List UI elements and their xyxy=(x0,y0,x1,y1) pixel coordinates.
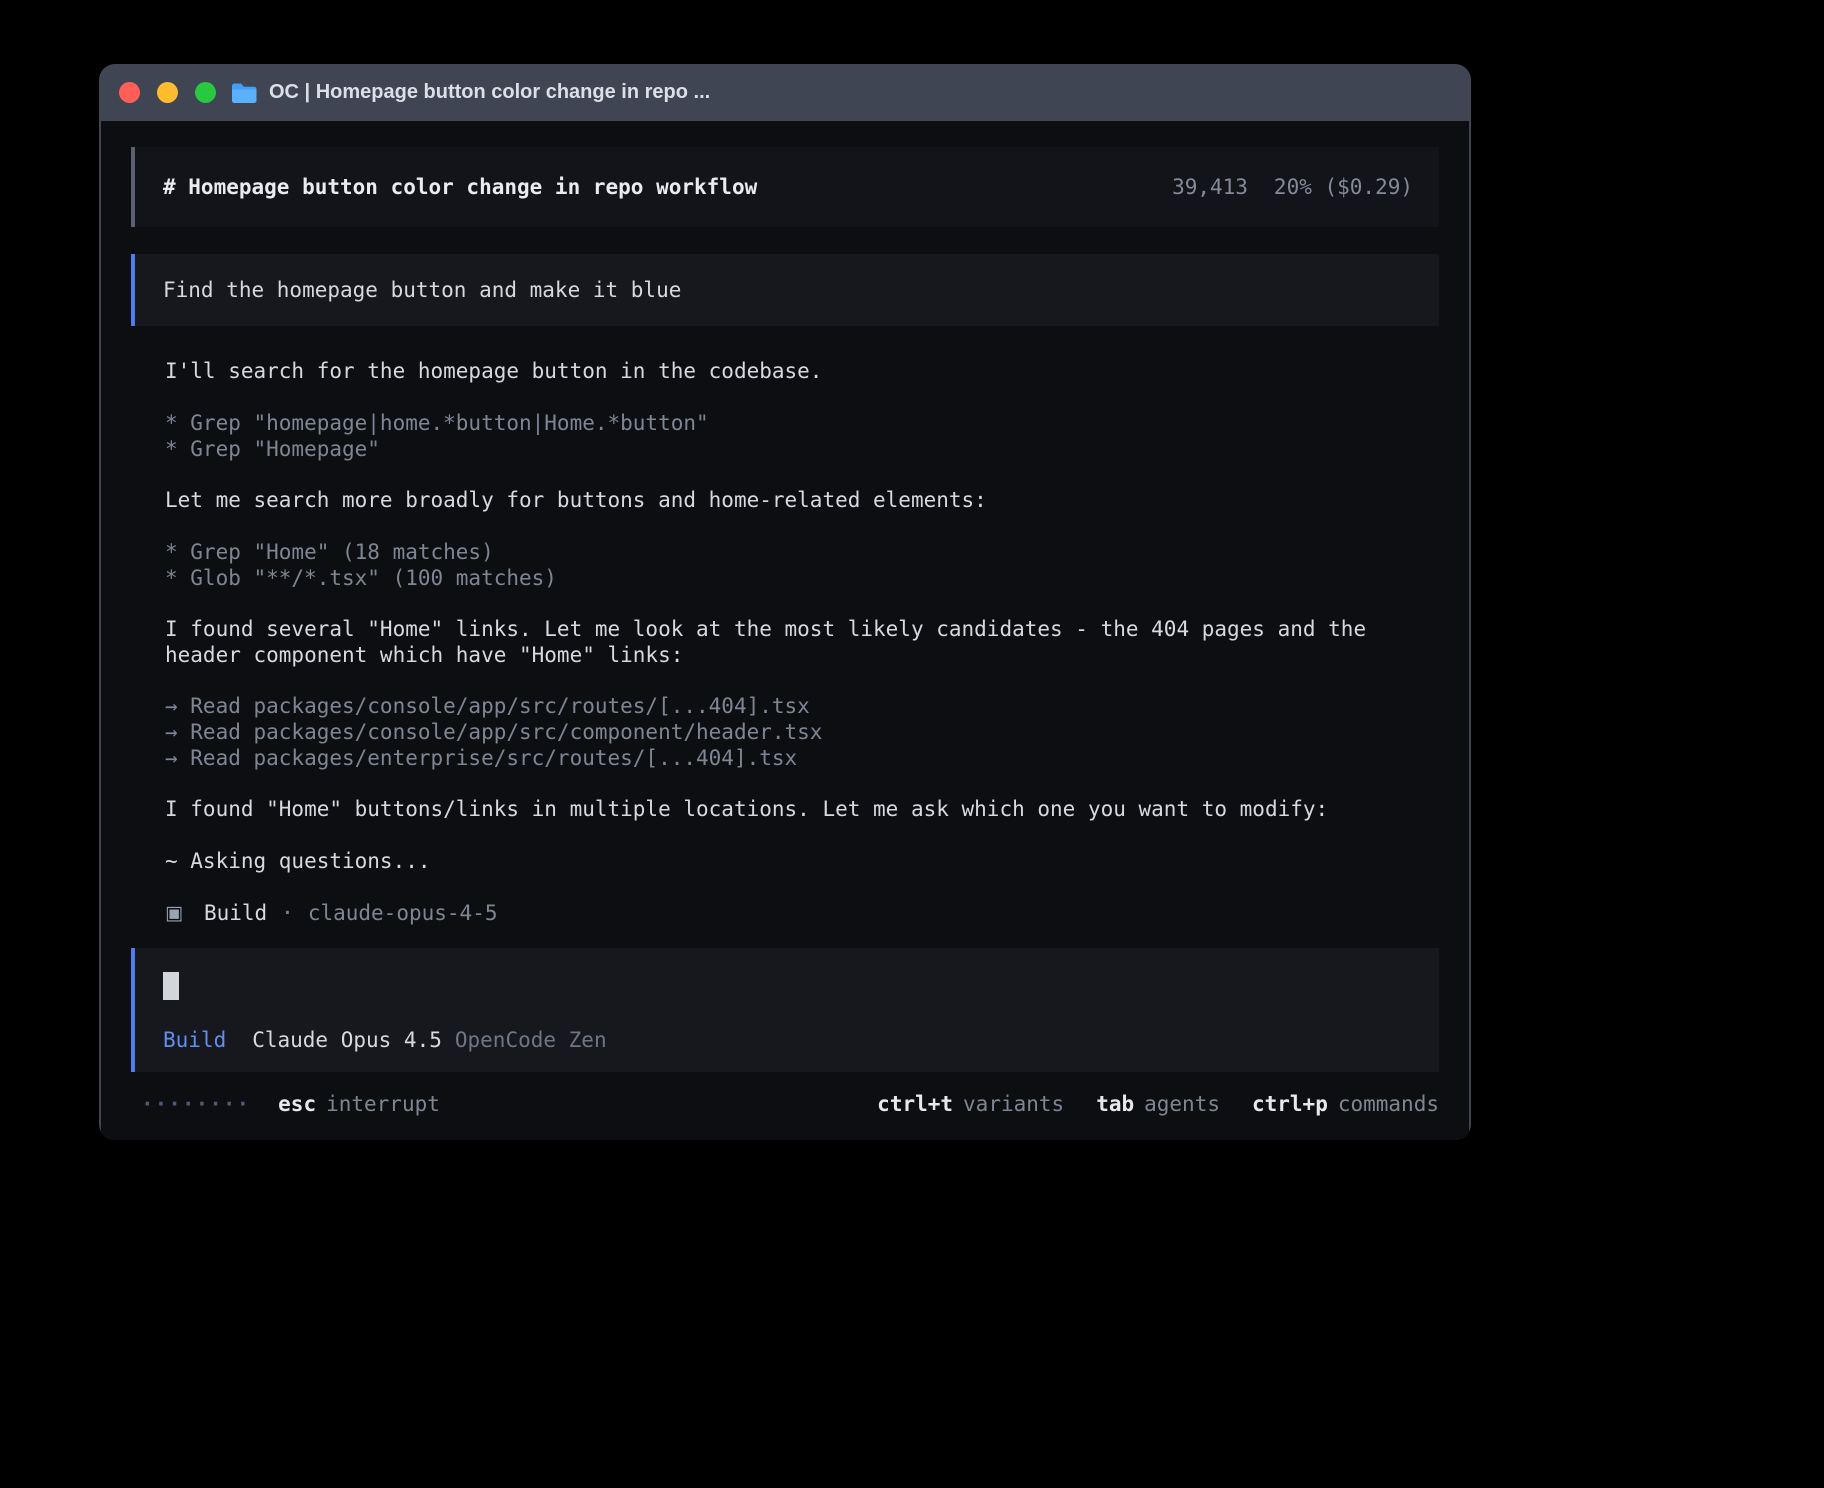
file-read-line: → Read packages/enterprise/src/routes/[.… xyxy=(165,745,1439,771)
user-message-text: Find the homepage button and make it blu… xyxy=(163,278,681,302)
shortcut-key: tab xyxy=(1096,1092,1134,1116)
tool-call-line: * Grep "Home" (18 matches) xyxy=(165,539,1439,565)
status-shortcuts: ctrl+t variants tab agents ctrl+p comman… xyxy=(877,1092,1439,1116)
esc-label: interrupt xyxy=(326,1092,440,1116)
traffic-lights xyxy=(119,82,216,103)
terminal-window: OC | Homepage button color change in rep… xyxy=(99,64,1471,1140)
shortcut-label: commands xyxy=(1338,1092,1439,1116)
context-usage: 20% ($0.29) xyxy=(1274,175,1413,199)
titlebar-title-group: OC | Homepage button color change in rep… xyxy=(231,81,710,104)
spinner-dots-icon: ········ xyxy=(141,1092,250,1116)
agent-status-line: ▣ Build · claude-opus-4-5 xyxy=(165,900,1439,926)
tool-call-line: * Grep "Homepage" xyxy=(165,436,1439,462)
close-button[interactable] xyxy=(119,82,140,103)
file-read-line: → Read packages/console/app/src/routes/[… xyxy=(165,693,1439,719)
user-message: Find the homepage button and make it blu… xyxy=(131,254,1439,326)
assistant-text: I found several "Home" links. Let me loo… xyxy=(165,616,1439,668)
shortcut-key: ctrl+p xyxy=(1252,1092,1328,1116)
tool-call-group: * Grep "Home" (18 matches) * Glob "**/*.… xyxy=(165,539,1439,591)
shortcut-variants: ctrl+t variants xyxy=(877,1092,1064,1116)
input-footer: Build Claude Opus 4.5 OpenCode Zen xyxy=(163,1028,1411,1052)
shortcut-agents: tab agents xyxy=(1096,1092,1220,1116)
input-agent-mode[interactable]: Build xyxy=(163,1028,226,1052)
conversation: I'll search for the homepage button in t… xyxy=(165,358,1439,926)
session-header: # Homepage button color change in repo w… xyxy=(131,147,1439,227)
assistant-text: Let me search more broadly for buttons a… xyxy=(165,487,1439,513)
agent-separator: · xyxy=(281,900,294,926)
tool-call-line: * Grep "homepage|home.*button|Home.*butt… xyxy=(165,410,1439,436)
file-read-line: → Read packages/console/app/src/componen… xyxy=(165,719,1439,745)
status-bar: ········ esc interrupt ctrl+t variants t… xyxy=(131,1092,1439,1116)
assistant-text: I'll search for the homepage button in t… xyxy=(165,358,1439,384)
status-left: ········ esc interrupt xyxy=(131,1092,440,1116)
minimize-button[interactable] xyxy=(157,82,178,103)
token-count: 39,413 xyxy=(1172,175,1248,199)
shortcut-label: variants xyxy=(963,1092,1064,1116)
file-read-group: → Read packages/console/app/src/routes/[… xyxy=(165,693,1439,771)
assistant-text: I found "Home" buttons/links in multiple… xyxy=(165,796,1439,822)
agent-name: Build xyxy=(204,900,267,926)
shortcut-key: ctrl+t xyxy=(877,1092,953,1116)
shortcut-label: agents xyxy=(1144,1092,1220,1116)
prompt-input[interactable]: Build Claude Opus 4.5 OpenCode Zen xyxy=(131,948,1439,1072)
window-titlebar[interactable]: OC | Homepage button color change in rep… xyxy=(99,64,1471,121)
zoom-button[interactable] xyxy=(195,82,216,103)
agent-icon: ▣ xyxy=(165,900,183,926)
input-provider: OpenCode Zen xyxy=(455,1028,607,1052)
window-title: OC | Homepage button color change in rep… xyxy=(269,81,710,104)
terminal-view: # Homepage button color change in repo w… xyxy=(101,121,1469,1140)
folder-icon xyxy=(231,82,257,104)
asking-status: ~ Asking questions... xyxy=(165,848,1439,874)
shortcut-commands: ctrl+p commands xyxy=(1252,1092,1439,1116)
tool-call-group: * Grep "homepage|home.*button|Home.*butt… xyxy=(165,410,1439,462)
text-cursor[interactable] xyxy=(163,972,179,1000)
session-title: # Homepage button color change in repo w… xyxy=(163,175,757,199)
esc-key: esc xyxy=(278,1092,316,1116)
session-meta: 39,413 20% ($0.29) xyxy=(1172,175,1413,199)
agent-model: claude-opus-4-5 xyxy=(308,900,498,926)
input-model[interactable]: Claude Opus 4.5 xyxy=(252,1028,442,1052)
tool-call-line: * Glob "**/*.tsx" (100 matches) xyxy=(165,565,1439,591)
